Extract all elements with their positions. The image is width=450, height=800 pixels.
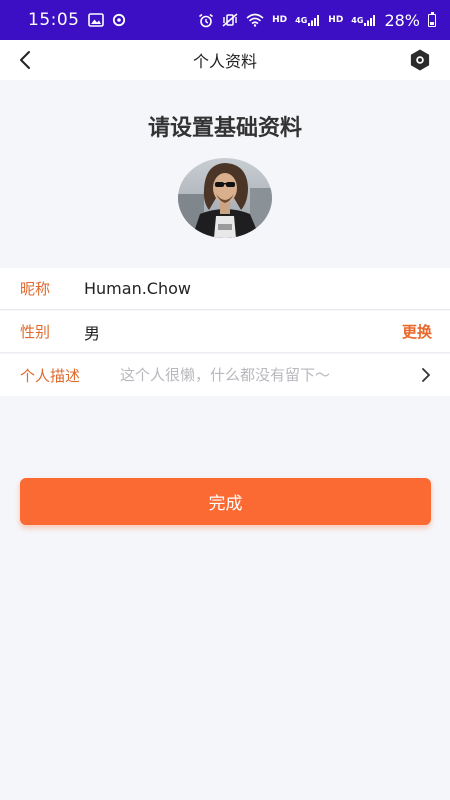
back-icon[interactable] xyxy=(14,48,38,72)
network-label-1: 4G xyxy=(295,15,308,25)
profile-heading: 请设置基础资料 xyxy=(147,116,302,141)
alarm-icon xyxy=(198,13,214,28)
wifi-icon xyxy=(246,13,264,27)
status-time: 15:05 xyxy=(28,10,80,30)
settings-icon[interactable] xyxy=(408,48,432,72)
done-button[interactable]: 完成 xyxy=(20,478,431,525)
description-input[interactable] xyxy=(120,360,410,390)
page-title: 个人资料 xyxy=(192,52,257,71)
cellular-signal-2-icon: 4G xyxy=(351,14,376,26)
nav-bar: 个人资料 xyxy=(0,40,450,80)
description-row[interactable]: 个人描述 xyxy=(0,354,450,396)
nickname-label: 昵称 xyxy=(20,280,51,298)
chevron-right-icon xyxy=(420,367,432,383)
status-bar-right: HD 4G HD 4G 28% xyxy=(198,11,436,30)
gender-value: 男 xyxy=(84,323,101,343)
description-label: 个人描述 xyxy=(20,366,81,385)
profile-header: 请设置基础资料 xyxy=(0,80,450,268)
cellular-signal-1-icon: 4G xyxy=(295,14,320,26)
gender-label: 性别 xyxy=(20,323,51,341)
nickname-value: Human.Chow xyxy=(84,279,191,298)
gender-row: 性别 男 更换 xyxy=(0,311,450,353)
change-gender-button[interactable]: 更换 xyxy=(402,321,432,342)
nickname-row[interactable]: 昵称 Human.Chow xyxy=(0,268,450,310)
hd-label-2: HD xyxy=(328,15,344,25)
hd-label-1: HD xyxy=(272,15,288,25)
gallery-icon xyxy=(87,13,104,27)
sync-icon xyxy=(112,13,126,27)
status-bar-left: 15:05 xyxy=(28,10,126,30)
vibrate-mute-icon xyxy=(222,13,238,27)
battery-icon xyxy=(428,11,436,27)
avatar[interactable] xyxy=(178,158,272,238)
network-label-2: 4G xyxy=(351,15,364,25)
status-bar: 15:05 HD 4G HD 4G 28% xyxy=(0,0,450,40)
battery-percent: 28% xyxy=(384,10,420,30)
